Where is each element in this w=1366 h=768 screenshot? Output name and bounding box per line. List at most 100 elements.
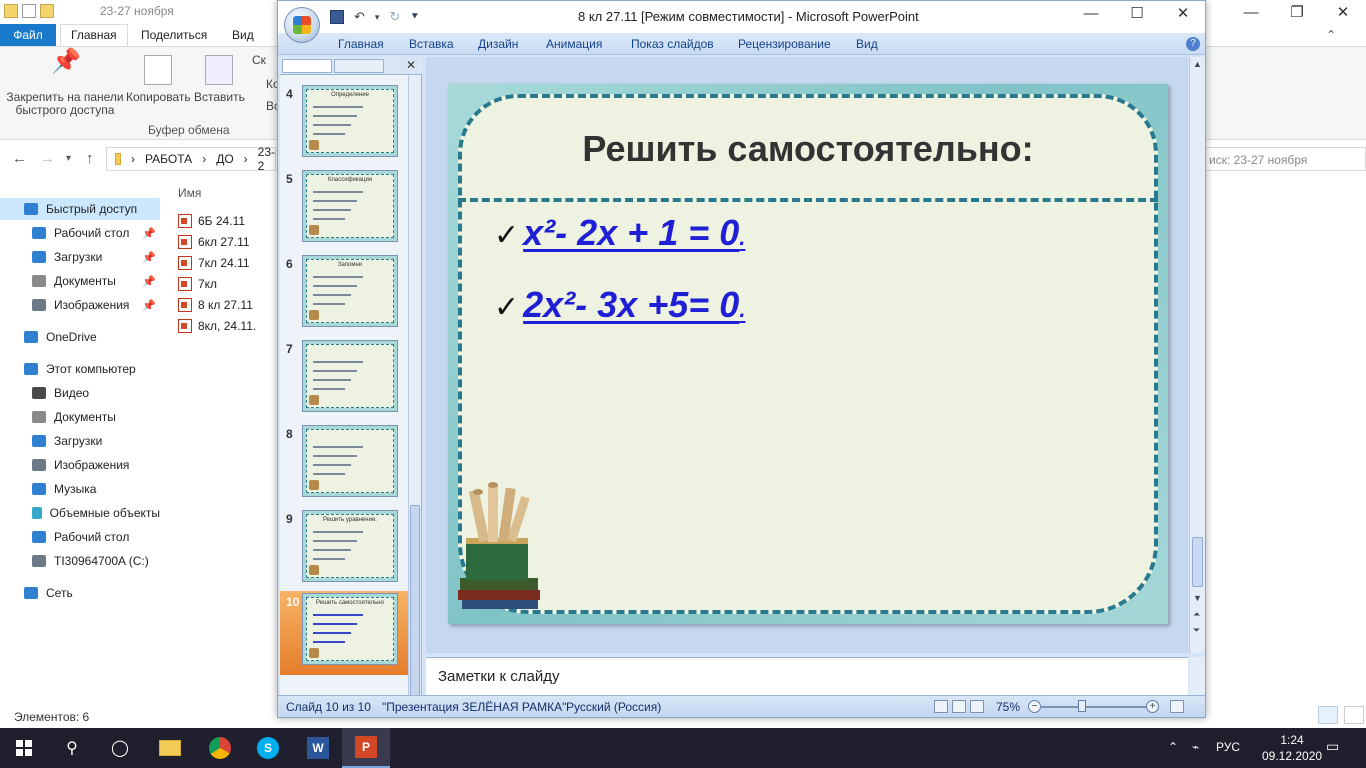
list-item[interactable]: 8кл, 24.11. [178,319,256,333]
slide-sorter-view-icon[interactable] [952,700,966,713]
breadcrumb-segment[interactable]: 23-2 [258,145,275,173]
word-taskbar-icon[interactable]: W [294,728,342,768]
ribbon-tab[interactable]: Вид [856,37,878,51]
notifications-icon[interactable]: ▭ [1326,738,1339,755]
scroll-down-icon[interactable]: ▼ [1193,593,1202,603]
sidebar-item[interactable]: Изображения [0,454,160,476]
slide-thumbnail[interactable]: 8 [280,423,408,507]
tab-share[interactable]: Поделиться [141,28,207,42]
close-pane-icon[interactable]: ✕ [406,58,416,72]
pin-icon[interactable]: 📌 [142,227,156,240]
normal-view-icon[interactable] [934,700,948,713]
large-icons-view-icon[interactable] [1344,706,1364,724]
list-item[interactable]: 7кл [178,277,217,291]
sidebar-item[interactable]: Изображения 📌 [0,294,160,316]
chevron-up-icon[interactable]: ⌃ [1326,28,1336,42]
sidebar-item[interactable]: Видео [0,382,160,404]
properties-icon[interactable] [22,4,36,18]
list-item[interactable]: 8 кл 27.11 [178,298,253,312]
new-folder-icon[interactable] [40,4,54,18]
paste-button[interactable]: Вставить [194,55,245,104]
sidebar-item[interactable]: TI30964700A (C:) [0,550,160,572]
tab-home[interactable]: Главная [60,24,128,46]
slide-thumbnail[interactable]: 6 Запомни [280,253,408,337]
slide-vertical-scrollbar[interactable]: ▲ ▼ ⏶ ⏷ [1189,57,1205,653]
zoom-slider-handle[interactable] [1078,700,1086,712]
slide-thumbnail[interactable]: 4 Определение [280,83,408,167]
show-hidden-icons-chevron[interactable]: ⌃ [1168,740,1178,754]
sidebar-item[interactable]: Быстрый доступ [0,198,160,220]
network-icon[interactable]: ⌁ [1192,740,1199,754]
sidebar-item[interactable]: Сеть [0,582,160,604]
pin-icon[interactable]: 📌 [142,251,156,264]
save-icon[interactable] [330,10,344,24]
list-item[interactable]: 6кл 27.11 [178,235,250,249]
pin-icon[interactable]: 📌 [142,275,156,288]
up-arrow-icon[interactable]: ↑ [86,150,94,167]
customize-toolbar-icon[interactable]: ⯆ [410,11,419,24]
list-item[interactable]: 6Б 24.11 [178,214,245,228]
sidebar-item[interactable]: Музыка [0,478,160,500]
current-slide[interactable]: Решить самостоятельно: ✓ x²- 2x + 1 = 0 … [448,84,1168,624]
pin-quick-access-button[interactable]: 📌 Закрепить на панели быстрого доступа [6,50,124,117]
slide-thumbnail[interactable]: 5 Классификация [280,168,408,252]
ribbon-tab[interactable]: Рецензирование [738,37,831,51]
taskbar-clock[interactable]: 1:24 09.12.2020 [1262,732,1322,764]
breadcrumb-segment[interactable]: РАБОТА [145,152,192,166]
equation-1[interactable]: ✓ x²- 2x + 1 = 0 . [494,212,745,254]
forward-arrow-icon[interactable]: → [40,150,55,167]
details-view-icon[interactable] [1318,706,1338,724]
restore-icon[interactable]: ❐ [1274,0,1320,24]
file-explorer-taskbar-icon[interactable] [146,728,194,768]
scrollbar-thumb[interactable] [1192,537,1203,587]
next-slide-icon[interactable]: ⏷ [1193,625,1200,636]
skype-taskbar-icon[interactable]: S [244,728,292,768]
sidebar-item[interactable]: OneDrive [0,326,160,348]
office-button[interactable] [284,7,320,43]
sidebar-item[interactable]: Загрузки [0,430,160,452]
minimize-icon[interactable]: — [1228,0,1274,24]
close-icon[interactable]: ✕ [1160,1,1206,25]
zoom-level[interactable]: 75% [996,700,1020,714]
notes-pane[interactable]: Заметки к слайду [426,657,1188,695]
minimize-icon[interactable]: — [1068,1,1114,25]
sidebar-item[interactable]: Документы [0,406,160,428]
sidebar-item[interactable]: Объемные объекты [0,502,160,524]
sidebar-item[interactable]: Документы 📌 [0,270,160,292]
search-icon[interactable]: ⚲ [60,736,84,760]
language-indicator[interactable]: Русский (Россия) [566,700,661,714]
cut-button[interactable]: Ск [252,53,266,67]
ribbon-tab[interactable]: Показ слайдов [631,37,714,51]
help-icon[interactable]: ? [1186,37,1200,51]
notes-scrollbar[interactable] [1189,657,1205,695]
list-item[interactable]: 7кл 24.11 [178,256,250,270]
tab-file[interactable]: Файл [0,24,56,46]
sidebar-item[interactable]: Загрузки 📌 [0,246,160,268]
recent-chevron-icon[interactable]: ▾ [66,153,71,164]
language-indicator[interactable]: РУС [1216,740,1240,754]
task-view-icon[interactable]: ◯ [108,736,132,760]
ribbon-tab[interactable]: Анимация [546,37,602,51]
powerpoint-taskbar-icon[interactable]: P [342,728,390,768]
fit-to-window-icon[interactable] [1170,700,1184,713]
ribbon-tab[interactable]: Дизайн [478,37,518,51]
thumbnails-scrollbar[interactable] [408,75,421,705]
undo-dropdown-icon[interactable]: ▾ [375,12,380,23]
tab-slides[interactable] [282,59,332,73]
pin-icon[interactable]: 📌 [142,299,156,312]
ribbon-tab[interactable]: Главная [338,37,384,51]
breadcrumb-segment[interactable]: ДО [216,152,233,166]
back-arrow-icon[interactable]: ← [12,150,27,167]
column-header-name[interactable]: Имя [178,186,201,200]
undo-icon[interactable]: ↶ [354,9,365,25]
redo-icon[interactable]: ↻ [389,9,400,25]
equation-2[interactable]: ✓ 2x²- 3x +5= 0 . [494,284,745,326]
slide-thumbnail[interactable]: 9 Решить уравнение: [280,508,408,592]
slide-thumbnail[interactable]: 7 [280,338,408,422]
tab-view[interactable]: Вид [232,28,254,42]
maximize-icon[interactable]: ☐ [1114,1,1160,25]
slide-thumbnail[interactable]: 10 Решить самостоятельно [280,591,408,675]
sidebar-item[interactable]: Рабочий стол 📌 [0,222,160,244]
zoom-slider-track[interactable] [1040,706,1146,708]
explorer-search-input[interactable]: иск: 23-27 ноября [1200,147,1366,171]
